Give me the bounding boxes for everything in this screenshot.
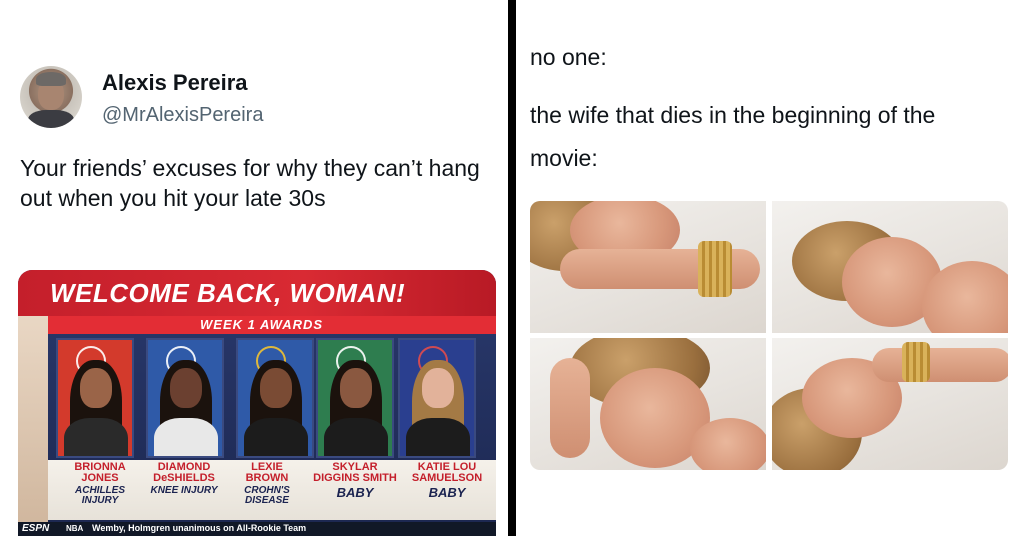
player-face	[170, 368, 202, 408]
player-name: DIAMOND DeSHIELDS	[153, 461, 215, 484]
panel-divider	[508, 0, 516, 536]
player-name: BRIONNA JONES	[74, 461, 126, 484]
avatar[interactable]	[20, 66, 82, 128]
player-card-4	[316, 338, 394, 458]
news-ticker: ESPN NBA Wemby, Holmgren unanimous on Al…	[18, 522, 496, 536]
bracelet	[902, 342, 930, 382]
player-jersey	[64, 418, 128, 456]
player-card-2	[146, 338, 224, 458]
movie-still-3	[530, 338, 766, 470]
woman-shoulder	[690, 418, 766, 470]
player-face	[260, 368, 292, 408]
woman-arm	[872, 348, 1008, 382]
tweet-text: Your friends’ excuses for why they can’t…	[20, 155, 480, 211]
tv-title: WELCOME BACK, WOMAN!	[50, 278, 406, 308]
woman-arm	[550, 358, 590, 458]
player-status: KNEE INJURY	[150, 485, 218, 496]
movie-still-1	[530, 201, 766, 333]
avatar-hair	[36, 72, 66, 86]
player-name: SKYLAR DIGGINS SMITH	[313, 461, 397, 484]
player-face	[80, 368, 112, 408]
player-jersey	[324, 418, 388, 456]
player-card-3	[236, 338, 314, 458]
tweet-panel: Alexis Pereira @MrAlexisPereira Your fri…	[0, 0, 508, 536]
network-logo: ESPN	[22, 523, 50, 534]
player-jersey	[244, 418, 308, 456]
player-card-5	[398, 338, 476, 458]
player-status: ACHILLES INJURY	[75, 485, 125, 506]
player-jersey	[406, 418, 470, 456]
player-status: BABY	[336, 485, 374, 500]
player-face	[422, 368, 454, 408]
movie-still-4	[772, 338, 1008, 470]
tv-subtitle: WEEK 1 AWARDS	[200, 317, 324, 332]
meme-caption-line-1: no one:	[530, 44, 607, 70]
tv-screenshot: WELCOME BACK, WOMAN! WEEK 1 AWARDS BRION…	[18, 270, 496, 536]
bracelet	[698, 241, 732, 297]
ticker-league: NBA	[66, 524, 84, 533]
ticker-headline: Wemby, Holmgren unanimous on All-Rookie …	[92, 523, 307, 533]
tweet-author-handle[interactable]: @MrAlexisPereira	[102, 104, 263, 127]
player-jersey	[154, 418, 218, 456]
tweet-author-name[interactable]: Alexis Pereira	[102, 70, 248, 96]
player-card-1	[56, 338, 134, 458]
player-name: KATIE LOU SAMUELSON	[411, 461, 483, 484]
movie-still-2	[772, 201, 1008, 333]
player-names-row: BRIONNA JONES ACHILLES INJURY DIAMOND De…	[48, 460, 496, 520]
player-face	[340, 368, 372, 408]
player-name: LEXIE BROWN	[245, 461, 289, 484]
avatar-shirt	[28, 110, 74, 128]
meme-caption-line-2: the wife that dies in the beginning of t…	[530, 102, 936, 171]
player-status: BABY	[428, 485, 466, 500]
player-status: CROHN'S DISEASE	[244, 485, 290, 506]
meme-panel: no one: the wife that dies in the beginn…	[516, 0, 1024, 536]
tv-side-panel	[18, 316, 48, 536]
